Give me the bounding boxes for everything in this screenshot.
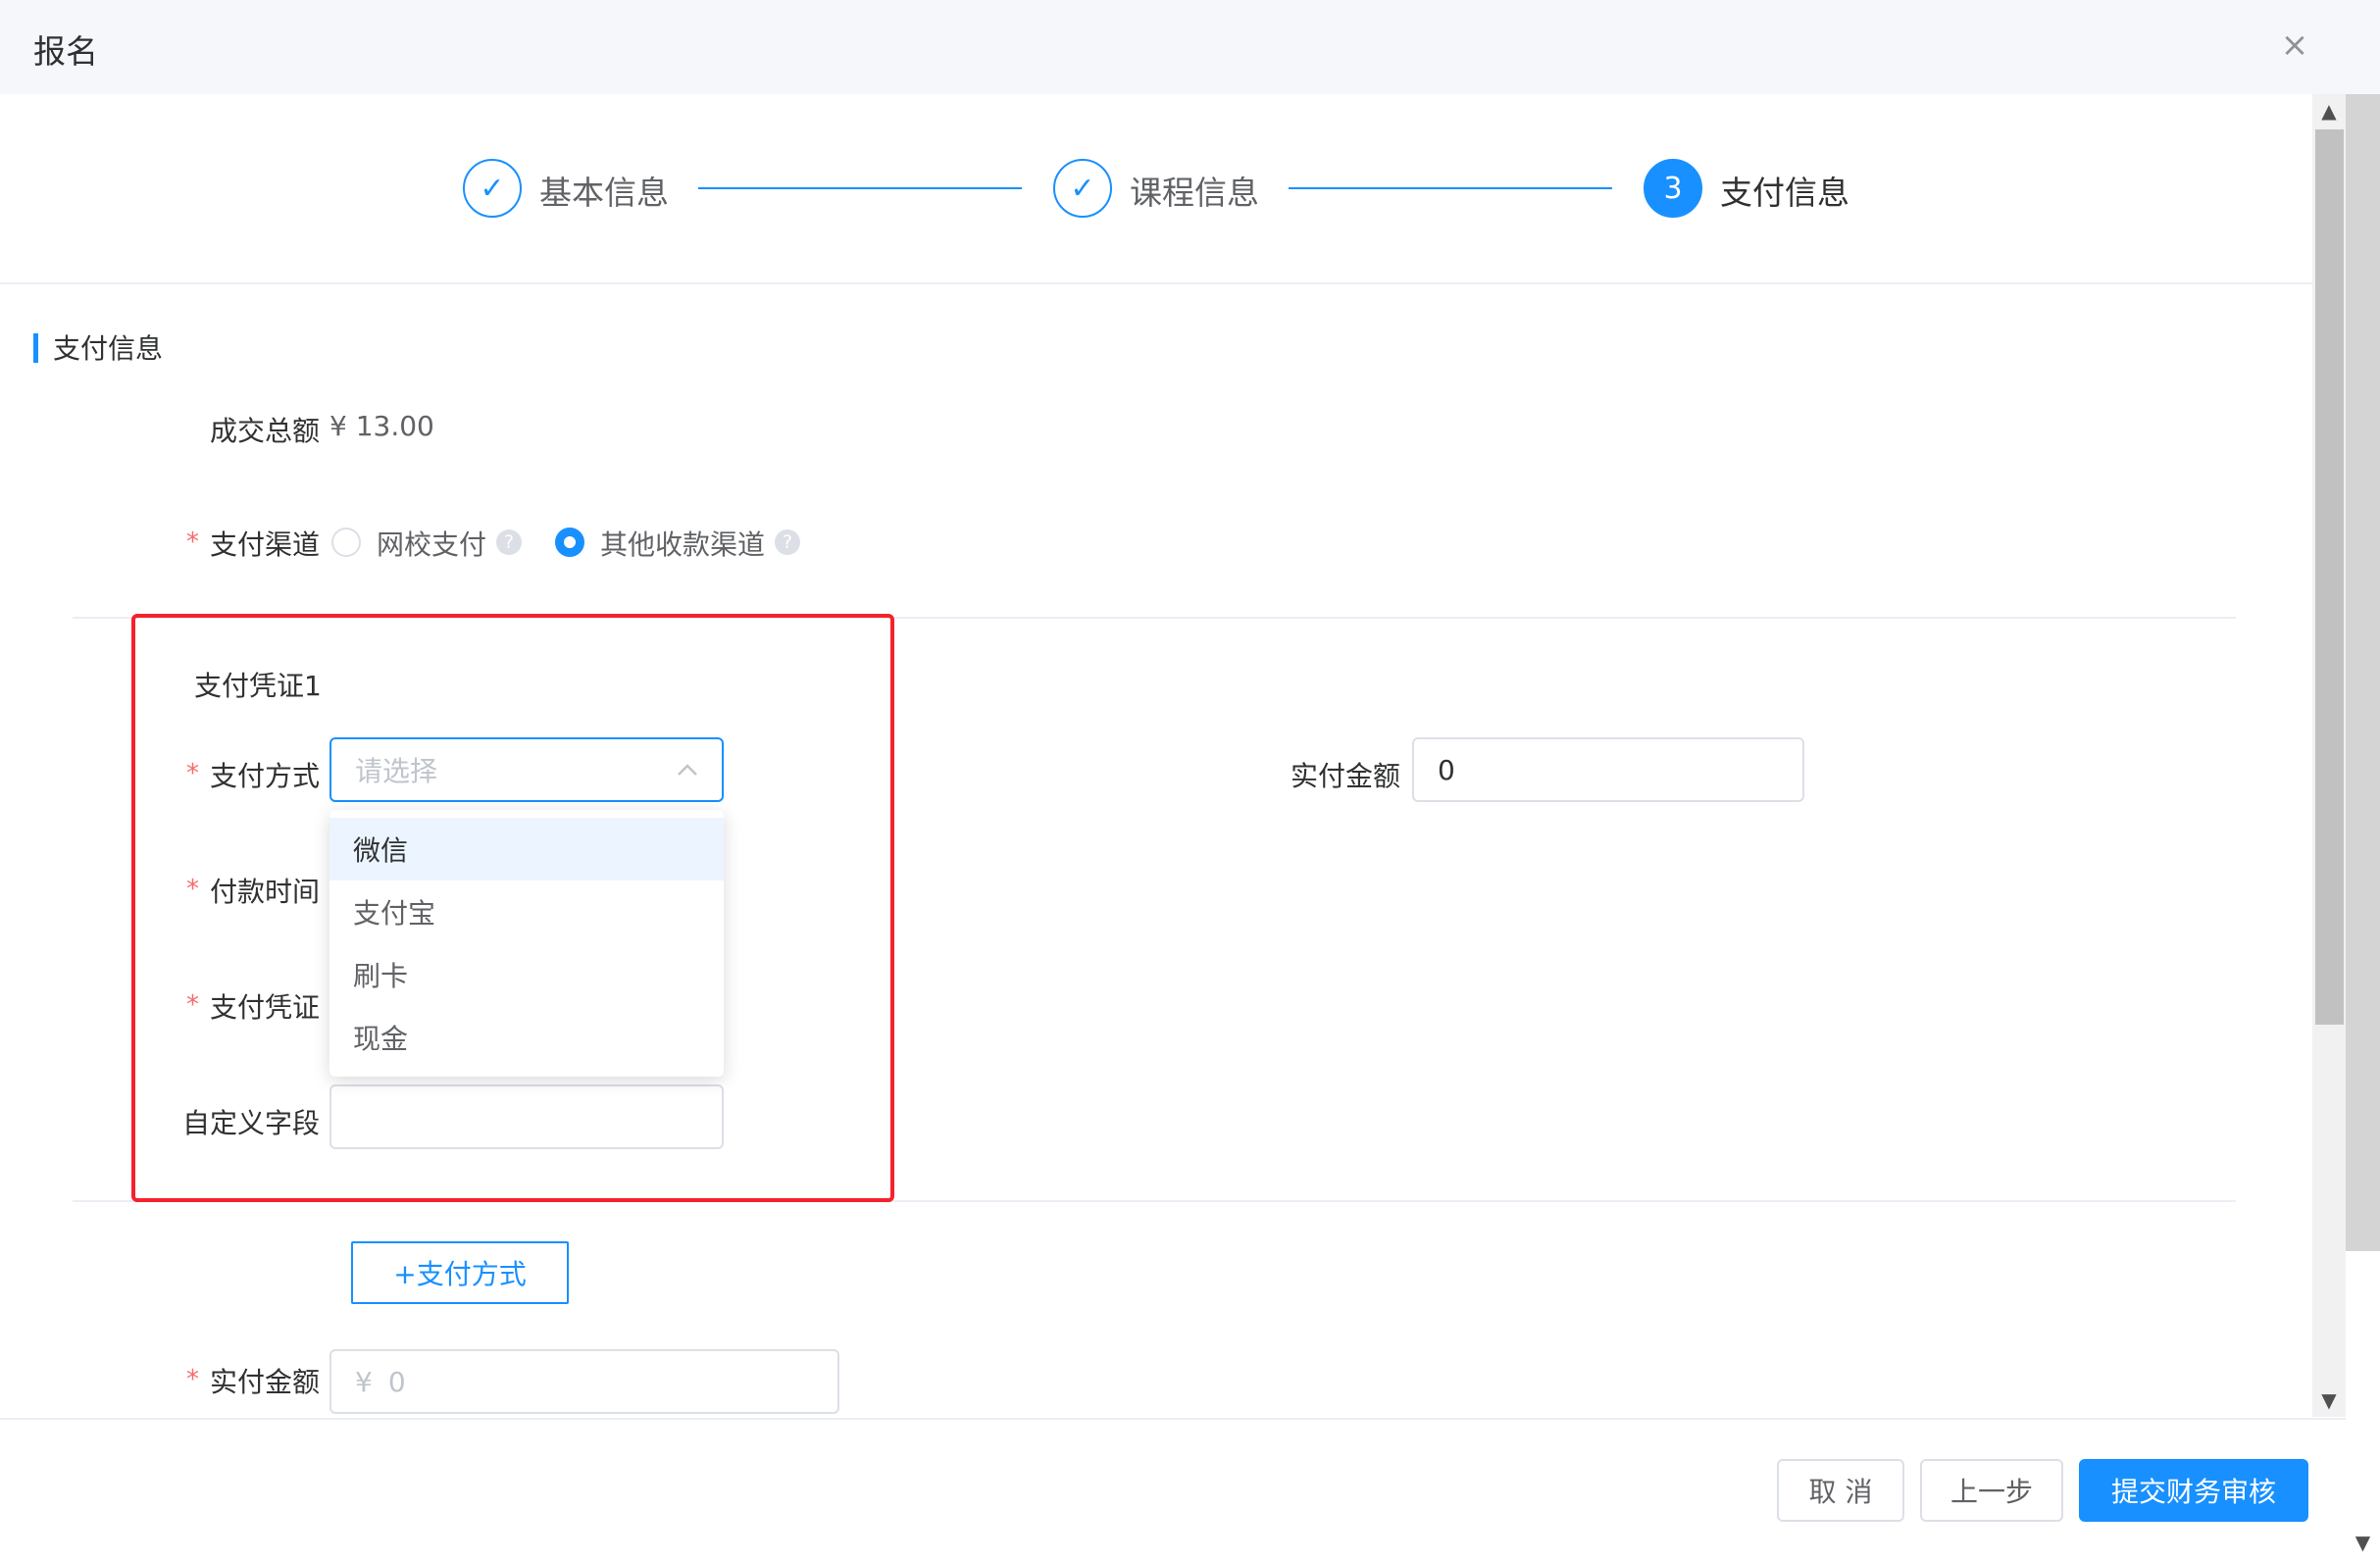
cancel-button[interactable]: 取 消 (1777, 1459, 1904, 1522)
total-amount-label: 成交总额 (210, 415, 321, 447)
dropdown-option-cash[interactable]: 现金 (329, 1006, 724, 1069)
footer-divider (0, 1418, 2346, 1420)
steps-divider (0, 282, 2312, 284)
dropdown-option-wechat[interactable]: 微信 (329, 818, 724, 881)
voucher-title: 支付凭证1 (194, 670, 322, 702)
step-connector (1289, 187, 1612, 189)
total-paid-placeholder: 0 (387, 1365, 406, 1398)
help-icon[interactable]: ? (775, 529, 800, 555)
scroll-up-arrow-icon[interactable]: ▲ (2312, 94, 2346, 127)
required-asterisk: * (186, 528, 199, 557)
required-asterisk: * (186, 759, 199, 788)
dropdown-option-alipay[interactable]: 支付宝 (329, 881, 724, 943)
radio-online-school-label[interactable]: 网校支付 (377, 524, 486, 563)
dropdown-option-card[interactable]: 刷卡 (329, 943, 724, 1006)
step-1-label: 基本信息 (539, 174, 669, 212)
add-pay-method-button[interactable]: +支付方式 (351, 1241, 569, 1304)
help-icon[interactable]: ? (496, 529, 522, 555)
close-icon[interactable]: × (2277, 27, 2312, 63)
pay-method-dropdown: 微信 支付宝 刷卡 现金 (329, 810, 724, 1077)
submit-review-button[interactable]: 提交财务审核 (2079, 1459, 2308, 1522)
chevron-up-icon (678, 764, 697, 776)
section-title-bar (33, 333, 38, 363)
pay-method-placeholder: 请选择 (355, 755, 438, 787)
step-2-label: 课程信息 (1130, 174, 1259, 212)
step-1-check-icon: ✓ (463, 159, 522, 218)
step-3-number: 3 (1644, 159, 1702, 218)
page-scrollbar-thumb[interactable] (2346, 94, 2380, 1251)
pay-proof-label: 支付凭证 (210, 991, 321, 1024)
dialog-header (0, 0, 2380, 94)
step-2-check-icon: ✓ (1053, 159, 1112, 218)
currency-prefix: ¥ (355, 1365, 373, 1398)
pay-channel-label: 支付渠道 (210, 528, 321, 561)
pay-method-label: 支付方式 (210, 760, 321, 792)
required-asterisk: * (186, 875, 199, 904)
custom-field-input[interactable] (329, 1084, 724, 1149)
required-asterisk: * (186, 1365, 199, 1394)
radio-online-school[interactable] (331, 528, 361, 557)
total-paid-input[interactable]: ¥ 0 (329, 1349, 839, 1414)
step-connector (698, 187, 1022, 189)
radio-other-channel[interactable] (555, 528, 584, 557)
prev-step-button[interactable]: 上一步 (1920, 1459, 2063, 1522)
scrollbar-thumb[interactable] (2315, 129, 2344, 1025)
radio-other-channel-label[interactable]: 其他收款渠道 (600, 524, 765, 563)
pay-method-select[interactable]: 请选择 (329, 737, 724, 802)
custom-field-label: 自定义字段 (182, 1107, 321, 1139)
section-title: 支付信息 (53, 332, 164, 365)
dialog-title: 报名 (33, 32, 98, 71)
total-paid-label: 实付金额 (210, 1366, 321, 1398)
required-asterisk: * (186, 990, 199, 1020)
paid-amount-value: 0 (1438, 753, 1455, 786)
paid-amount-label: 实付金额 (1291, 760, 1401, 792)
pay-time-label: 付款时间 (210, 876, 321, 908)
scroll-down-arrow-icon[interactable]: ▼ (2312, 1384, 2346, 1417)
paid-amount-input[interactable]: 0 (1412, 737, 1804, 802)
step-3-label: 支付信息 (1720, 174, 1849, 212)
page-scroll-down-icon[interactable]: ▼ (2346, 1526, 2380, 1560)
total-amount-value: ¥ 13.00 (329, 410, 434, 442)
